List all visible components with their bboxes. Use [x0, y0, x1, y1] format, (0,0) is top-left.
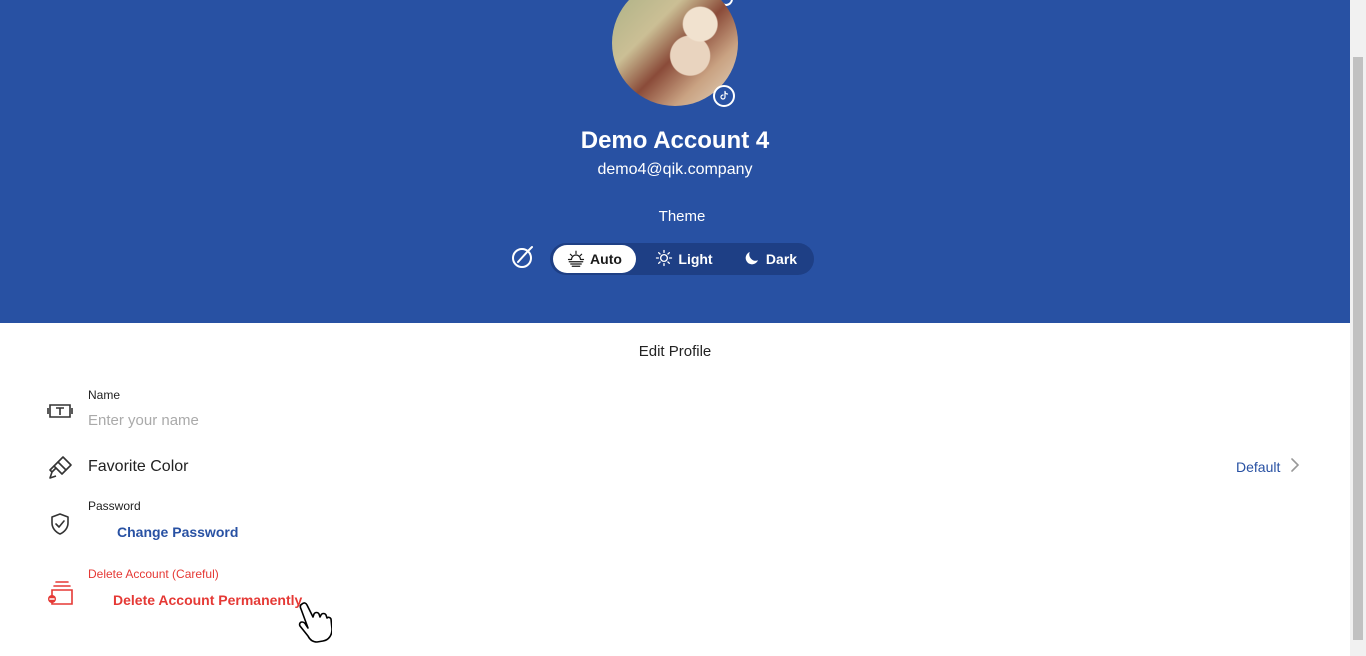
theme-option-light[interactable]: Light [646, 245, 722, 273]
auto-theme-icon[interactable] [510, 245, 536, 271]
delete-account-label: Delete Account (Careful) [88, 567, 219, 581]
name-input[interactable] [88, 409, 588, 431]
name-label: Name [88, 388, 121, 402]
shield-check-icon [48, 512, 74, 538]
chevron-right-icon [1290, 458, 1300, 475]
edit-profile-title: Edit Profile [638, 343, 712, 360]
scrollbar[interactable] [1350, 0, 1366, 656]
tiktok-icon[interactable] [713, 85, 735, 107]
scrollbar-thumb[interactable] [1353, 57, 1363, 640]
password-label: Password [88, 499, 141, 513]
theme-option-label: Dark [765, 251, 798, 267]
text-field-icon [47, 398, 73, 424]
sun-icon [655, 249, 673, 270]
hand-cursor-icon [296, 600, 333, 646]
change-password-button[interactable]: Change Password [117, 524, 238, 540]
favorite-color-selector[interactable]: Default [1236, 458, 1300, 475]
theme-option-label: Auto [590, 251, 622, 267]
favorite-color-value: Default [1236, 458, 1281, 475]
moon-icon [743, 249, 761, 270]
theme-option-label: Light [678, 251, 713, 267]
theme-option-auto[interactable]: Auto [553, 245, 636, 273]
theme-label: Theme [658, 208, 706, 225]
theme-toggle: Auto Light Dark [550, 243, 814, 275]
theme-option-dark[interactable]: Dark [734, 245, 806, 273]
favorite-color-label: Favorite Color [88, 458, 189, 475]
delete-account-icon [47, 580, 73, 606]
profile-name: Demo Account 4 [580, 127, 770, 154]
delete-account-button[interactable]: Delete Account Permanently [113, 592, 302, 608]
paint-brush-icon [48, 454, 74, 480]
sunrise-icon [567, 249, 585, 270]
profile-email: demo4@qik.company [597, 161, 753, 178]
